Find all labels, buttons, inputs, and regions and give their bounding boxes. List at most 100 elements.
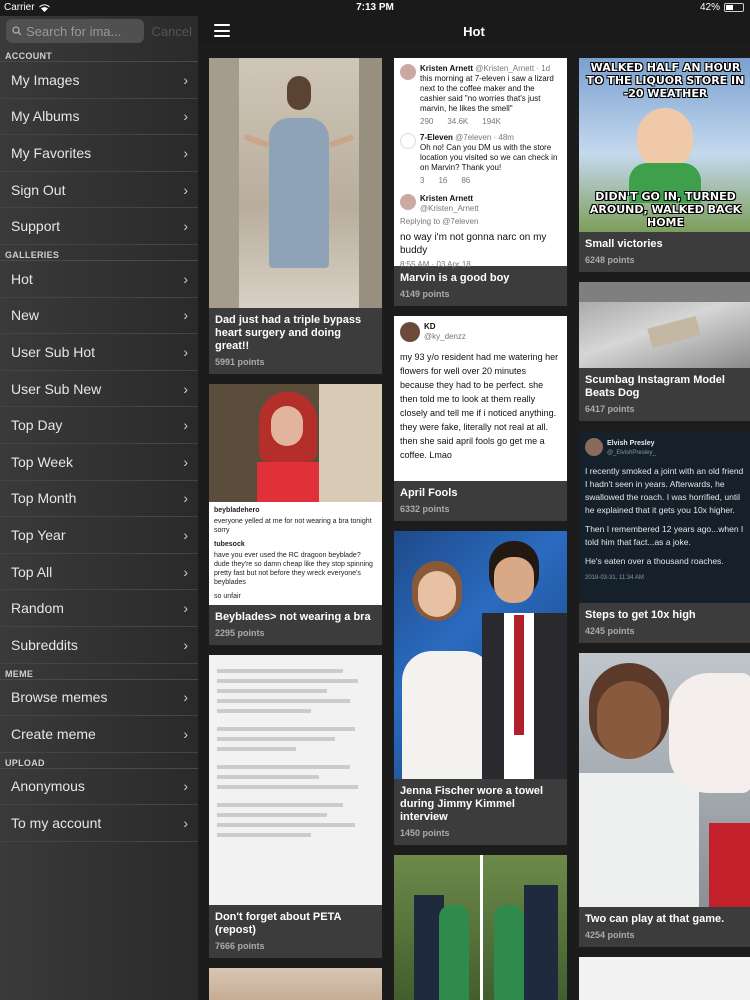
sidebar-item-subreddits[interactable]: Subreddits › (0, 627, 198, 664)
sidebar-item-top-year[interactable]: Top Year › (0, 517, 198, 554)
hamburger-menu-icon[interactable] (214, 24, 230, 37)
card-title: Small victories (585, 238, 663, 250)
sidebar-item-label: To my account (11, 815, 102, 832)
sidebar-item-label: Top Day (11, 417, 63, 434)
sidebar-item-browse-memes[interactable]: Browse memes › (0, 680, 198, 717)
chevron-right-icon: › (183, 725, 188, 742)
gallery-card[interactable]: Dad just had a triple bypass heart surge… (209, 58, 382, 374)
sidebar-item-random[interactable]: Random › (0, 590, 198, 627)
tweet-reply-to: Replying to @7eleven (400, 217, 479, 226)
page-title: Hot (463, 23, 485, 39)
tweet-handle: @7eleven · 48m (455, 133, 514, 142)
sidebar-item-top-month[interactable]: Top Month › (0, 481, 198, 518)
gallery-card[interactable]: Scumbag Instagram Model Beats Dog 6417 po… (579, 282, 750, 421)
card-points: 7666 points (215, 941, 265, 951)
sidebar-item-label: Top All (11, 563, 53, 580)
section-header-meme: MEME (0, 664, 198, 680)
tweet-author: KD (424, 322, 436, 331)
tweet-handle: @ky_denzz (424, 332, 466, 341)
card-title: Dad just had a triple bypass heart surge… (215, 314, 362, 352)
card-title: Two can play at that game. (585, 913, 725, 925)
avatar (400, 194, 416, 210)
sidebar-item-label: Subreddits (11, 636, 78, 653)
sidebar-item-top-week[interactable]: Top Week › (0, 444, 198, 481)
gallery-card[interactable] (579, 957, 750, 1000)
card-image (579, 282, 750, 368)
tumblr-post: beybladehero everyone yelled at me for n… (209, 502, 382, 605)
upload-menu: Anonymous › To my account › (0, 769, 198, 842)
chevron-right-icon: › (183, 563, 188, 580)
sidebar-item-to-my-account[interactable]: To my account › (0, 805, 198, 842)
chevron-right-icon: › (183, 380, 188, 397)
sidebar-item-top-day[interactable]: Top Day › (0, 407, 198, 444)
sidebar-item-my-images[interactable]: My Images › (0, 62, 198, 99)
sidebar-item-hot[interactable]: Hot › (0, 261, 198, 298)
sidebar-item-user-sub-new[interactable]: User Sub New › (0, 371, 198, 408)
chevron-right-icon: › (183, 600, 188, 617)
sidebar-item-sign-out[interactable]: Sign Out › (0, 172, 198, 209)
sidebar-item-user-sub-hot[interactable]: User Sub Hot › (0, 334, 198, 371)
avatar (400, 322, 420, 342)
tweet-stat: 3 (420, 176, 425, 185)
status-bar: Carrier 7:13 PM 42% (0, 0, 750, 16)
gallery-menu: Hot › New › User Sub Hot › User Sub New › Top Da… (0, 261, 198, 664)
battery-percent: 42% (699, 2, 720, 13)
tweet-handle: @Kristen_Arnett · 1d (475, 64, 551, 73)
tweet-time: 2018-03-31, 11:34 AM (585, 575, 644, 581)
card-points: 6248 points (585, 255, 635, 265)
chevron-right-icon: › (183, 181, 188, 198)
gallery-card[interactable]: Elvish Presley @_ElvishPresley_ I recentl… (579, 431, 750, 643)
gallery-card[interactable]: Two can play at that game. 4254 points (579, 653, 750, 947)
tumblr-username: tubesock (214, 541, 245, 548)
sidebar: Cancel ACCOUNT My Images›My Albums›My Fa… (0, 16, 198, 1000)
tweet-author: Kristen Arnett (420, 64, 474, 73)
sidebar-item-label: Support (11, 218, 61, 235)
card-title: Steps to get 10x high (585, 609, 696, 621)
meme-bottom-text: DIDN'T GO IN, TURNED AROUND, WALKED BACK… (589, 190, 742, 229)
gallery-card[interactable]: Kristen Arnett @Kristen_Arnett · 1d this… (394, 58, 567, 306)
chevron-right-icon: › (183, 108, 188, 125)
gallery-card[interactable]: KD @ky_denzz my 93 y/o resident had me wa… (394, 316, 567, 521)
card-image (209, 655, 382, 905)
sidebar-item-new[interactable]: New › (0, 298, 198, 335)
main-header: Hot (198, 16, 750, 46)
tweet-author: 7-Eleven (420, 133, 453, 142)
search-input[interactable] (26, 23, 138, 39)
chevron-right-icon: › (183, 689, 188, 706)
gallery-card[interactable]: Jenna Fischer wore a towel during Jimmy … (394, 531, 567, 845)
chevron-right-icon: › (183, 490, 188, 507)
gallery-card[interactable]: Don't forget about PETA (repost) 7666 poi… (209, 655, 382, 958)
sidebar-item-label: My Favorites (11, 144, 92, 161)
sidebar-item-label: User Sub Hot (11, 343, 96, 360)
tumblr-text: so unfair (214, 593, 241, 600)
sidebar-item-my-favorites[interactable]: My Favorites › (0, 135, 198, 172)
tweet: KD @ky_denzz my 93 y/o resident had me wa… (394, 316, 567, 481)
search-icon (12, 26, 22, 36)
sidebar-item-create-meme[interactable]: Create meme › (0, 716, 198, 753)
main-content: Hot Dad just had a triple bypass heart s… (198, 16, 750, 1000)
gallery-card[interactable]: beybladehero everyone yelled at me for n… (209, 384, 382, 645)
tweet-text: Oh no! Can you DM us with the store loca… (420, 143, 558, 172)
tweet-text: this morning at 7-eleven i saw a lizard … (420, 74, 554, 113)
tweet-text: Then I remembered 12 years ago...when I … (585, 524, 744, 547)
sidebar-item-top-all[interactable]: Top All › (0, 554, 198, 591)
chevron-right-icon: › (183, 71, 188, 88)
tweet-stat: 194K (482, 117, 501, 126)
search-box[interactable] (6, 19, 144, 43)
tweet-text: no way i'm not gonna narc on my buddy (400, 232, 547, 256)
tweet-text: my 93 y/o resident had me watering her f… (400, 352, 559, 460)
gallery-card[interactable] (209, 968, 382, 1000)
search-row: Cancel (0, 16, 198, 46)
gallery-card[interactable]: WALKED HALF AN HOUR TO THE LIQUOR STORE … (579, 58, 750, 272)
cancel-button[interactable]: Cancel (152, 24, 192, 39)
sidebar-item-anonymous[interactable]: Anonymous › (0, 769, 198, 806)
sidebar-item-label: New (11, 307, 40, 324)
sidebar-item-support[interactable]: Support › (0, 208, 198, 245)
sidebar-item-my-albums[interactable]: My Albums › (0, 99, 198, 136)
chevron-right-icon: › (183, 526, 188, 543)
gallery-card[interactable] (394, 855, 567, 1000)
sidebar-item-label: User Sub New (11, 380, 102, 397)
card-image (394, 855, 567, 1000)
tweet: Elvish Presley @_ElvishPresley_ I recentl… (579, 431, 750, 603)
card-title: Marvin is a good boy (400, 272, 510, 284)
